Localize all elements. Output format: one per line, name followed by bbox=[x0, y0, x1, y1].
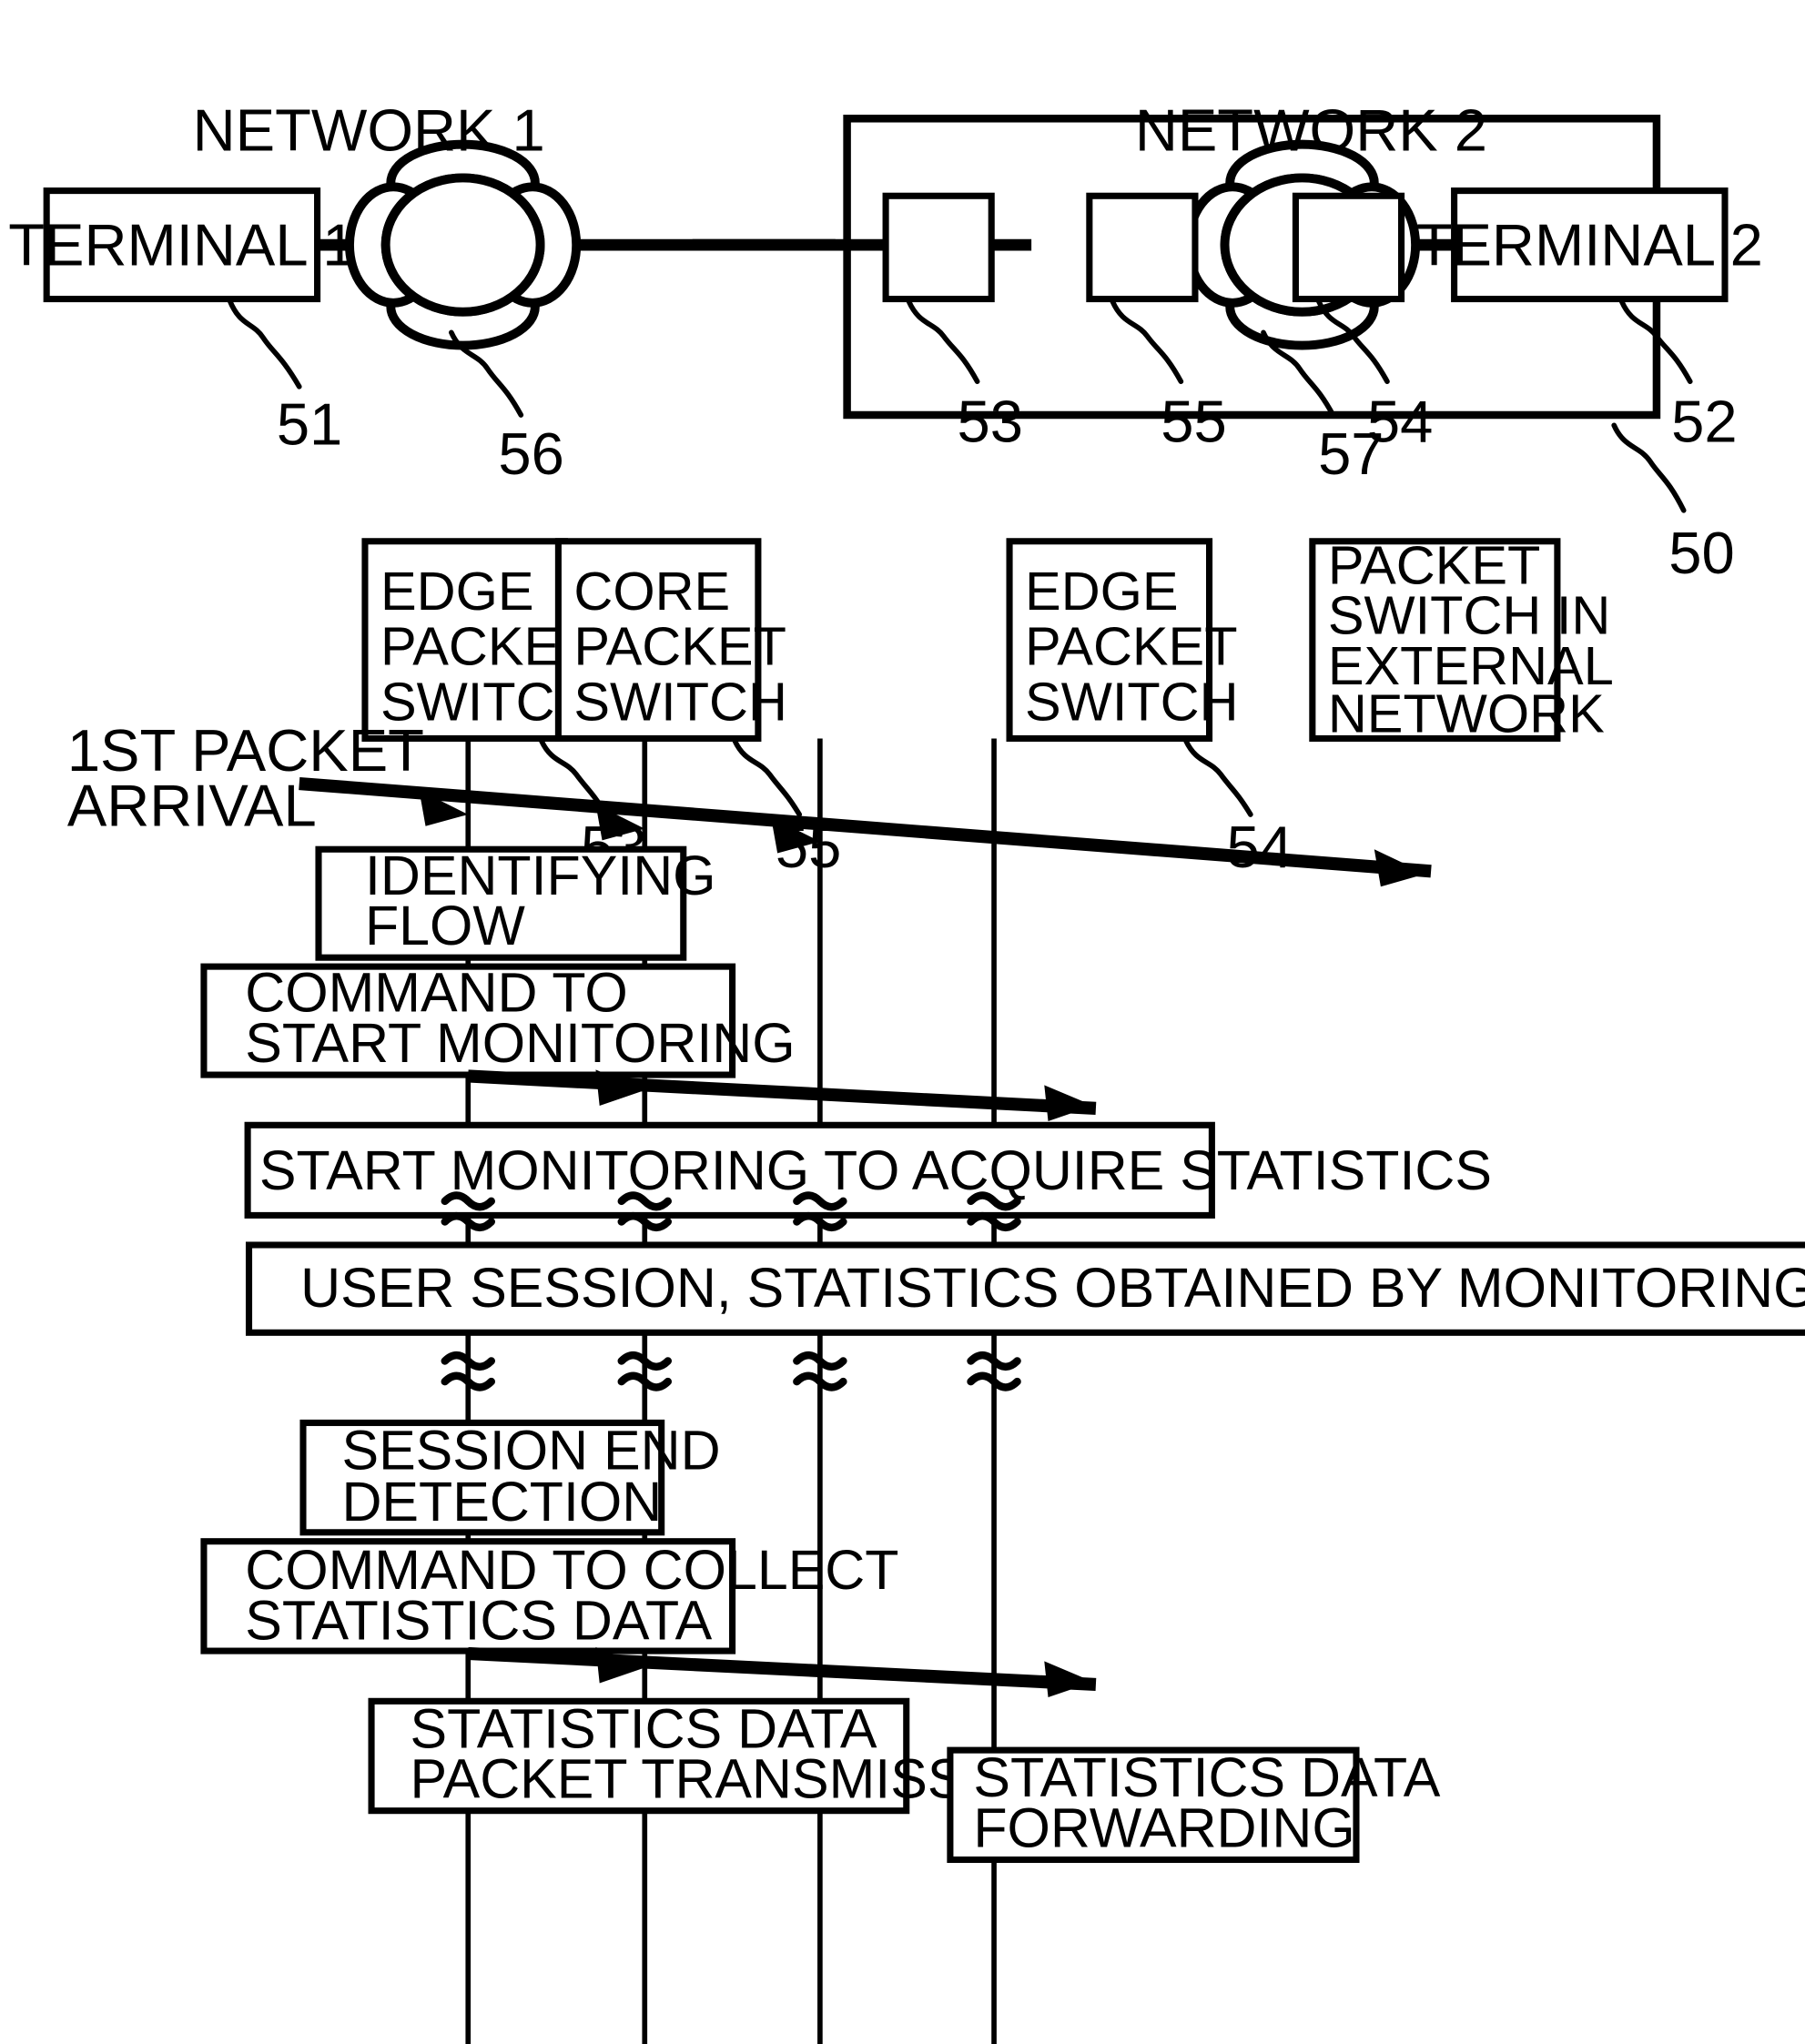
session-end-detection-line2: DETECTION bbox=[341, 1471, 662, 1533]
ref-52: 52 bbox=[1671, 389, 1737, 455]
identifying-flow-line2: FLOW bbox=[365, 895, 525, 956]
terminal-1-label: TERMINAL 1 bbox=[8, 212, 355, 278]
arrow-collect-statistics bbox=[467, 1646, 1097, 1698]
patent-figure-page: TERMINAL 1 TERMINAL 2 NETWORK 1 NETWORK … bbox=[0, 0, 1805, 2044]
lifeline-break-row-2 bbox=[441, 1351, 1021, 1391]
top-switch-box-55 bbox=[1086, 192, 1199, 303]
command-collect-statistics-line2: STATISTICS DATA bbox=[245, 1589, 712, 1651]
header-line-2b: PACKET bbox=[573, 616, 786, 677]
user-session-statistics-line1: USER SESSION, STATISTICS OBTAINED BY MON… bbox=[300, 1257, 1805, 1319]
ref-51: 51 bbox=[277, 391, 342, 458]
top-switch-box-53 bbox=[882, 192, 995, 303]
figure-canvas: TERMINAL 1 TERMINAL 2 NETWORK 1 NETWORK … bbox=[8, 97, 1805, 2044]
leader-53-top bbox=[906, 299, 980, 385]
header-line-2c: SWITCH bbox=[573, 672, 787, 733]
leader-seq-55 bbox=[732, 738, 803, 817]
header-line-3c: SWITCH bbox=[1025, 672, 1239, 733]
ref-55-top: 55 bbox=[1161, 389, 1226, 455]
header-line-4d: NETWORK bbox=[1328, 683, 1605, 744]
ref-53-top: 53 bbox=[958, 389, 1023, 455]
terminal-2-label: TERMINAL 2 bbox=[1416, 212, 1763, 278]
start-monitoring-statistics-line1: START MONITORING TO ACQUIRE STATISTICS bbox=[259, 1139, 1492, 1201]
network-1-label: NETWORK 1 bbox=[193, 97, 545, 164]
header-line-1a: EDGE bbox=[380, 561, 534, 622]
ref-57: 57 bbox=[1318, 420, 1384, 487]
first-packet-arrival-line2: ARRIVAL bbox=[67, 773, 317, 839]
statistics-data-forwarding-line2: FORWARDING bbox=[973, 1796, 1354, 1858]
leader-55-top bbox=[1110, 299, 1184, 385]
leader-seq-54 bbox=[1183, 738, 1253, 817]
top-switch-box-54 bbox=[1292, 192, 1405, 303]
command-start-monitoring-line2: START MONITORING bbox=[245, 1012, 795, 1074]
header-line-3a: EDGE bbox=[1025, 561, 1179, 622]
network-1-cloud bbox=[345, 139, 582, 350]
ref-50: 50 bbox=[1668, 520, 1734, 586]
network-2-label: NETWORK 2 bbox=[1135, 97, 1487, 164]
header-line-2a: CORE bbox=[573, 561, 730, 622]
ref-seq-54: 54 bbox=[1227, 814, 1293, 880]
ref-56: 56 bbox=[498, 420, 563, 487]
header-line-3b: PACKET bbox=[1025, 616, 1238, 677]
arrow-start-monitoring bbox=[467, 1069, 1097, 1122]
leader-51 bbox=[227, 298, 302, 390]
